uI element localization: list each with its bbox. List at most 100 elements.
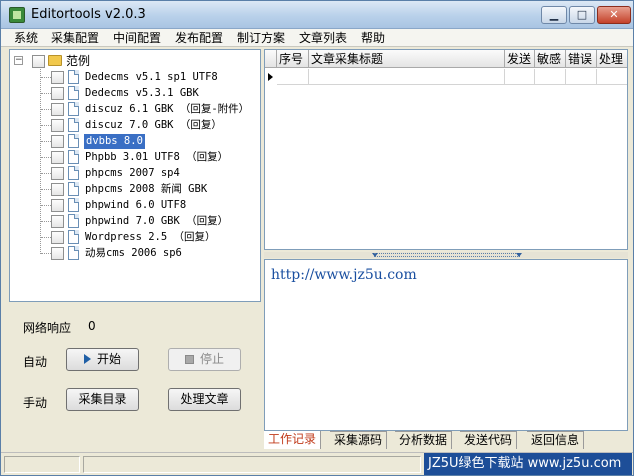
start-button[interactable]: 开始 xyxy=(66,348,139,371)
tree-item[interactable]: 动易cms 2006 sp6 xyxy=(10,245,260,261)
title-bar[interactable]: Editortools v2.0.3 ▁ □ ✕ xyxy=(1,1,633,29)
tree-item-label: phpwind 6.0 UTF8 xyxy=(85,199,187,211)
tree-item[interactable]: phpwind 7.0 GBK （回复） xyxy=(10,213,260,229)
window-title: Editortools v2.0.3 xyxy=(31,7,146,22)
menu-middle-config[interactable]: 中间配置 xyxy=(110,30,164,46)
tree-root-label: 范例 xyxy=(66,54,91,68)
tree-item-selected[interactable]: dvbbs 8.0 xyxy=(10,133,260,149)
auto-label: 自动 xyxy=(23,355,48,369)
play-icon xyxy=(83,354,91,364)
scheme-tree[interactable]: − 范例 Dedecms v5.1 sp1 UTF8 Dedecms v5.3.… xyxy=(9,49,261,302)
tab-send-code[interactable]: 发送代码 xyxy=(460,431,518,449)
column-header-error[interactable]: 错误 xyxy=(566,50,597,68)
tree-item-checkbox[interactable] xyxy=(51,199,64,212)
tree-item-checkbox[interactable] xyxy=(51,151,64,164)
tab-collect-source[interactable]: 采集源码 xyxy=(330,431,388,449)
process-article-button[interactable]: 处理文章 xyxy=(168,388,241,411)
menu-publish-config[interactable]: 发布配置 xyxy=(172,30,226,46)
tree-item[interactable]: Wordpress 2.5 （回复） xyxy=(10,229,260,245)
network-response-value: 0 xyxy=(88,319,96,333)
network-response-label: 网络响应 xyxy=(23,321,72,335)
column-header-sensitive[interactable]: 敏感 xyxy=(535,50,566,68)
tree-item-label: Dedecms v5.1 sp1 UTF8 xyxy=(85,71,218,83)
tree-item[interactable]: discuz 6.1 GBK （回复-附件） xyxy=(10,101,260,117)
tree-item-label: Dedecms v5.3.1 GBK xyxy=(85,87,199,99)
tree-item[interactable]: Phpbb 3.01 UTF8 （回复） xyxy=(10,149,260,165)
tree-item-checkbox[interactable] xyxy=(51,71,64,84)
grid-cell[interactable] xyxy=(597,69,627,85)
collect-directory-button[interactable]: 采集目录 xyxy=(66,388,139,411)
tree-item-checkbox[interactable] xyxy=(51,231,64,244)
document-icon xyxy=(68,166,79,180)
tree-item[interactable]: phpcms 2008 新闻 GBK xyxy=(10,181,260,197)
column-header-send[interactable]: 发送 xyxy=(505,50,535,68)
status-segment xyxy=(83,456,421,473)
menu-system[interactable]: 系统 xyxy=(11,30,41,46)
stop-button[interactable]: 停止 xyxy=(168,348,241,371)
tree-root[interactable]: 范例 xyxy=(10,53,260,69)
column-header-process[interactable]: 处理 xyxy=(597,50,627,68)
document-icon xyxy=(68,214,79,228)
tree-item[interactable]: discuz 7.0 GBK （回复） xyxy=(10,117,260,133)
column-header-index[interactable]: 序号 xyxy=(277,50,309,68)
tree-item-checkbox[interactable] xyxy=(51,135,64,148)
menu-article-list[interactable]: 文章列表 xyxy=(296,30,350,46)
app-icon xyxy=(9,7,25,23)
minimize-button[interactable]: ▁ xyxy=(541,6,567,24)
stop-button-label: 停止 xyxy=(199,352,224,366)
tree-item-label: discuz 6.1 GBK （回复-附件） xyxy=(85,103,250,115)
column-header-title[interactable]: 文章采集标题 xyxy=(309,50,505,68)
grid-cell[interactable] xyxy=(309,69,505,85)
document-icon xyxy=(68,150,79,164)
grid-cell[interactable] xyxy=(566,69,597,85)
tab-analysis-data[interactable]: 分析数据 xyxy=(395,431,453,449)
tree-item-checkbox[interactable] xyxy=(51,247,64,260)
article-grid[interactable]: 序号 文章采集标题 发送 敏感 错误 处理 xyxy=(264,49,628,250)
menu-make-plan[interactable]: 制订方案 xyxy=(234,30,288,46)
stop-icon xyxy=(184,355,194,364)
current-row-icon xyxy=(268,73,273,81)
maximize-button[interactable]: □ xyxy=(569,6,595,24)
document-icon xyxy=(68,230,79,244)
grid-cell[interactable] xyxy=(505,69,535,85)
tree-item-checkbox[interactable] xyxy=(51,87,64,100)
grid-cell[interactable] xyxy=(277,69,309,85)
tree-item[interactable]: phpwind 6.0 UTF8 xyxy=(10,197,260,213)
menu-help[interactable]: 帮助 xyxy=(358,30,388,46)
document-icon xyxy=(68,246,79,260)
tree-item-label: phpcms 2008 新闻 GBK xyxy=(85,183,208,195)
document-icon xyxy=(68,102,79,116)
tree-item-checkbox[interactable] xyxy=(51,167,64,180)
tab-return-info[interactable]: 返回信息 xyxy=(527,431,585,449)
tab-work-log[interactable]: 工作记录 xyxy=(264,431,322,449)
panel-splitter[interactable] xyxy=(264,252,628,258)
tree-item-checkbox[interactable] xyxy=(51,215,64,228)
document-icon xyxy=(68,182,79,196)
tree-item[interactable]: phpcms 2007 sp4 xyxy=(10,165,260,181)
tree-item-label: phpcms 2007 sp4 xyxy=(85,167,180,179)
start-button-label: 开始 xyxy=(96,352,121,366)
watermark-banner: JZ5U绿色下载站 www.jz5u.com xyxy=(424,453,632,475)
tree-item-checkbox[interactable] xyxy=(51,119,64,132)
menu-collect-config[interactable]: 采集配置 xyxy=(48,30,102,46)
tree-root-checkbox[interactable] xyxy=(32,55,45,68)
manual-label: 手动 xyxy=(23,396,48,410)
document-icon xyxy=(68,86,79,100)
log-text: http://www.jz5u.com xyxy=(271,267,417,283)
tree-item-label: 动易cms 2006 sp6 xyxy=(85,247,182,259)
close-button[interactable]: ✕ xyxy=(597,6,631,24)
folder-icon xyxy=(48,55,62,66)
tree-item-checkbox[interactable] xyxy=(51,183,64,196)
splitter-grip xyxy=(374,253,520,257)
work-log-panel[interactable]: http://www.jz5u.com xyxy=(264,259,628,431)
tree-item-label: phpwind 7.0 GBK （回复） xyxy=(85,215,229,227)
tree-item-checkbox[interactable] xyxy=(51,103,64,116)
tree-item[interactable]: Dedecms v5.1 sp1 UTF8 xyxy=(10,69,260,85)
tree-item[interactable]: Dedecms v5.3.1 GBK xyxy=(10,85,260,101)
tree-item-label: discuz 7.0 GBK （回复） xyxy=(85,119,222,131)
splitter-arrow-icon xyxy=(516,253,522,257)
document-icon xyxy=(68,118,79,132)
status-segment xyxy=(4,456,80,473)
tree-item-label: Phpbb 3.01 UTF8 （回复） xyxy=(85,151,229,163)
grid-cell[interactable] xyxy=(535,69,566,85)
